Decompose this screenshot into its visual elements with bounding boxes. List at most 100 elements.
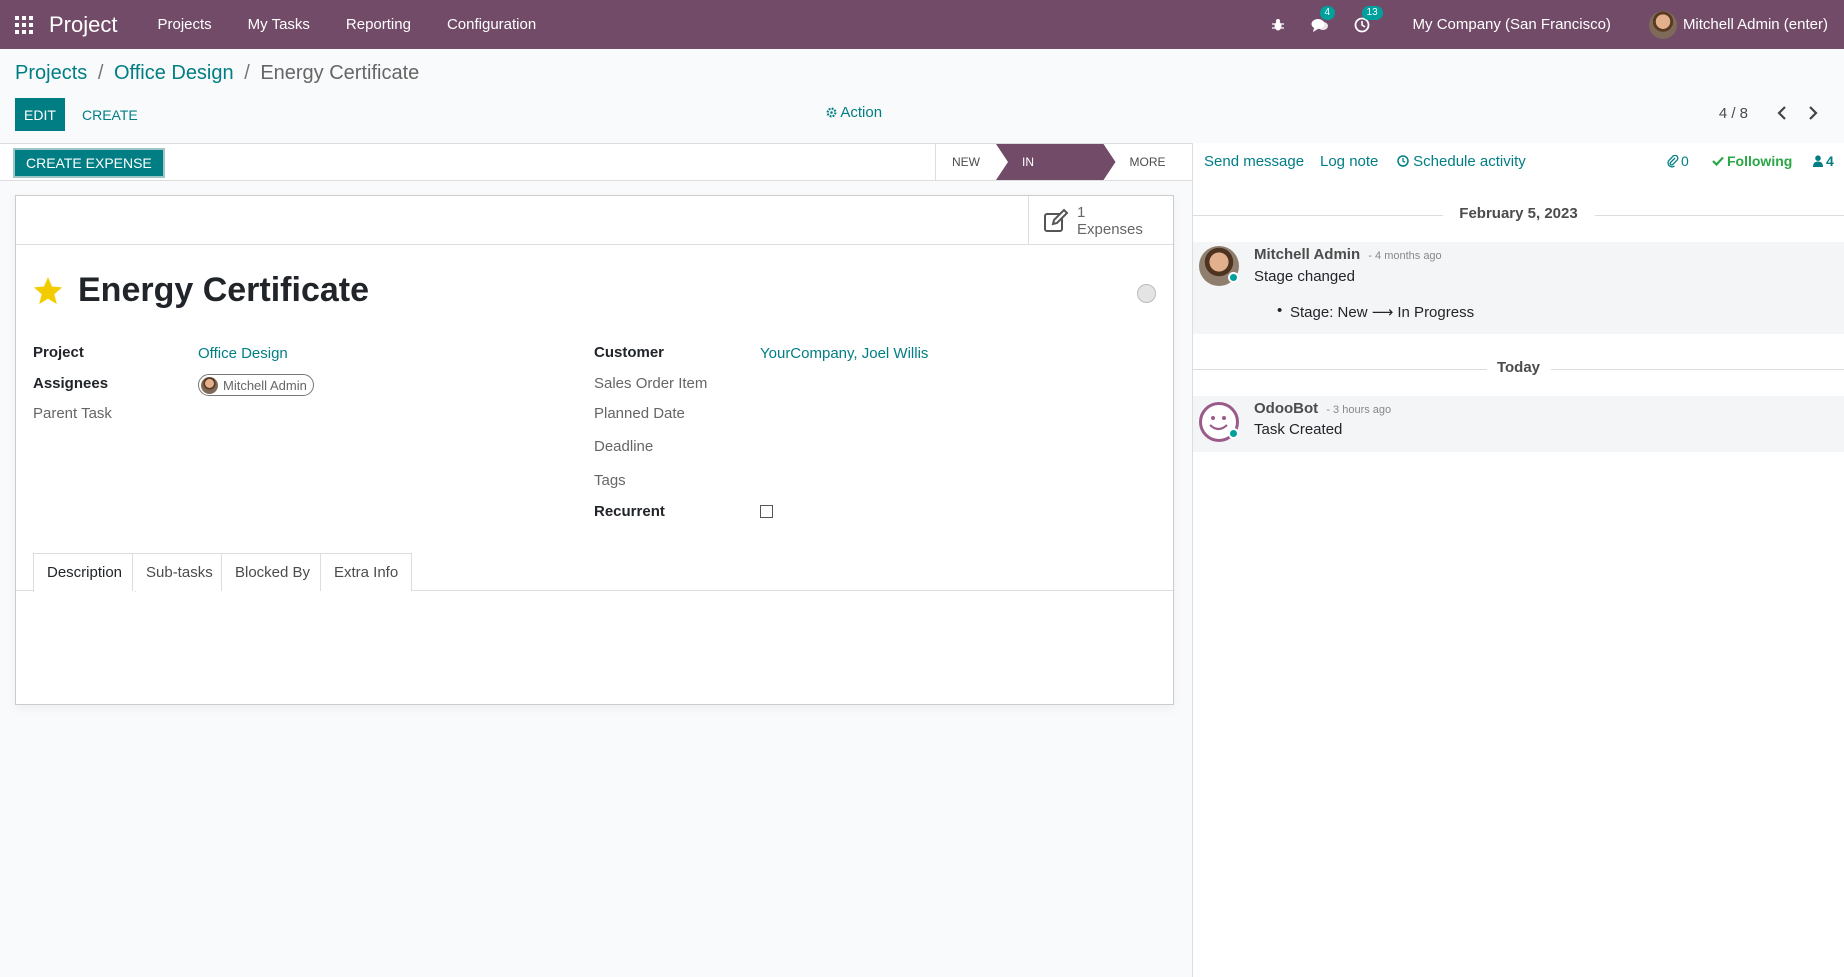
schedule-activity-label: Schedule activity (1413, 153, 1526, 170)
planned-date-label: Planned Date (594, 405, 685, 422)
gear-icon (826, 107, 837, 118)
debug-bug-icon[interactable] (1268, 15, 1288, 35)
activities-badge: 13 (1361, 5, 1383, 20)
breadcrumb-projects[interactable]: Projects (15, 62, 87, 84)
app-brand[interactable]: Project (49, 12, 117, 38)
tracking-value: • Stage: New ⟶ In Progress (1277, 302, 1475, 321)
tags-label: Tags (594, 472, 626, 489)
kanban-state-icon[interactable] (1137, 284, 1156, 303)
recurrent-checkbox[interactable] (760, 505, 773, 518)
tab-description[interactable]: Description (33, 553, 137, 592)
followers-count: 4 (1826, 153, 1834, 169)
chevron-left-icon (1777, 106, 1786, 120)
following-button[interactable]: Following (1712, 153, 1792, 169)
followers-button[interactable]: 4 (1813, 153, 1834, 169)
customer-field[interactable]: YourCompany, Joel Willis (760, 345, 928, 362)
apps-menu-icon[interactable] (15, 15, 33, 34)
company-switcher[interactable]: My Company (San Francisco) (1413, 16, 1611, 33)
message-body: Task Created (1254, 421, 1343, 438)
pager-value[interactable]: 4 / 8 (1719, 105, 1748, 122)
schedule-activity-button[interactable]: Schedule activity (1397, 153, 1526, 170)
assignee-name: Mitchell Admin (223, 377, 307, 393)
title-row: Energy Certificate (32, 271, 369, 310)
paperclip-icon (1667, 154, 1679, 167)
send-message-button[interactable]: Send message (1204, 153, 1304, 170)
assignees-label: Assignees (33, 375, 109, 392)
chevron-right-icon (1809, 106, 1818, 120)
stage-more-dropdown[interactable]: MORE (1116, 144, 1193, 201)
breadcrumb-current: Energy Certificate (260, 62, 420, 84)
create-button[interactable]: CREATE (76, 98, 144, 131)
stage-more-label: MORE (1129, 155, 1166, 169)
create-expense-button[interactable]: CREATE EXPENSE (13, 148, 165, 178)
message-author[interactable]: Mitchell Admin - 4 months ago (1254, 246, 1442, 263)
date-separator: February 5, 2023 (1193, 205, 1844, 225)
top-navbar: Project Projects My Tasks Reporting Conf… (0, 0, 1844, 49)
user-menu[interactable]: Mitchell Admin (enter) (1648, 10, 1828, 39)
breadcrumb-separator: / (244, 62, 250, 84)
date-separator-label: Today (1486, 359, 1551, 376)
messages-badge: 4 (1319, 5, 1336, 20)
chatter-panel: Send message Log note Schedule activity … (1192, 143, 1844, 977)
log-note-button[interactable]: Log note (1320, 153, 1378, 170)
menu-reporting[interactable]: Reporting (328, 0, 429, 49)
message-stage-changed: Mitchell Admin - 4 months ago Stage chan… (1193, 242, 1844, 334)
pager-next-button[interactable] (1804, 103, 1822, 123)
tab-extra-info[interactable]: Extra Info (320, 553, 413, 591)
project-field[interactable]: Office Design (198, 345, 288, 362)
stage-in-progress[interactable]: IN PROGRESS (996, 144, 1116, 180)
action-menu-button[interactable]: Action (826, 104, 882, 121)
project-label: Project (33, 344, 84, 361)
online-status-icon (1228, 272, 1239, 283)
assignee-tag[interactable]: Mitchell Admin (198, 374, 314, 396)
assignee-avatar (201, 376, 218, 394)
message-task-created: OdooBot - 3 hours ago Task Created (1193, 396, 1844, 452)
recurrent-label: Recurrent (594, 503, 665, 520)
attachments-button[interactable]: 0 (1667, 153, 1689, 169)
following-label: Following (1727, 153, 1793, 169)
action-label: Action (840, 104, 883, 121)
user-avatar (1648, 10, 1677, 39)
attachments-count: 0 (1681, 153, 1689, 169)
star-priority-icon[interactable] (32, 275, 64, 307)
task-title[interactable]: Energy Certificate (78, 271, 369, 310)
expenses-label: Expenses (1077, 220, 1143, 238)
edit-square-icon (1044, 208, 1069, 232)
clock-icon (1397, 155, 1409, 167)
deadline-label: Deadline (594, 438, 654, 455)
chatter-topbar: Send message Log note Schedule activity … (1193, 143, 1844, 181)
message-body: Stage changed (1254, 268, 1355, 285)
menu-my-tasks[interactable]: My Tasks (230, 0, 328, 49)
notebook-tabs: Description Sub-tasks Blocked By Extra I… (16, 553, 1173, 592)
online-status-icon (1228, 428, 1239, 439)
user-name: Mitchell Admin (enter) (1682, 16, 1828, 33)
customer-label: Customer (594, 344, 665, 361)
message-time: - 4 months ago (1368, 250, 1442, 262)
stage-new[interactable]: NEW (936, 144, 996, 180)
edit-button[interactable]: EDIT (15, 98, 65, 131)
date-separator: Today (1193, 359, 1844, 379)
date-separator-label: February 5, 2023 (1449, 205, 1588, 222)
tab-blocked-by[interactable]: Blocked By (221, 553, 325, 591)
breadcrumb-project[interactable]: Office Design (114, 62, 234, 84)
pager-previous-button[interactable] (1773, 103, 1791, 123)
messages-icon[interactable]: 4 (1310, 5, 1336, 35)
parent-task-label: Parent Task (33, 405, 112, 422)
expenses-count: 1 (1077, 203, 1086, 221)
tracking-value-text: Stage: New ⟶ In Progress (1290, 304, 1475, 321)
breadcrumb-separator: / (97, 62, 104, 84)
activities-clock-icon[interactable]: 13 (1352, 5, 1383, 35)
main-menu: Projects My Tasks Reporting Configuratio… (139, 0, 554, 49)
message-author[interactable]: OdooBot - 3 hours ago (1254, 400, 1391, 417)
menu-configuration[interactable]: Configuration (429, 0, 554, 49)
user-icon (1813, 155, 1823, 167)
sales-order-item-label: Sales Order Item (594, 375, 708, 392)
expenses-smart-button[interactable]: 1 Expenses (1028, 196, 1173, 245)
tab-sub-tasks[interactable]: Sub-tasks (132, 553, 227, 591)
systray: 4 13 My Company (San Francisco) Mitchell… (1257, 0, 1844, 49)
form-statusbar: CREATE EXPENSE NEW IN PROGRESS MORE (0, 143, 1192, 181)
check-icon (1712, 156, 1724, 166)
breadcrumb: Projects / Office Design / Energy Certif… (15, 62, 419, 85)
menu-projects[interactable]: Projects (139, 0, 229, 49)
smart-button-box: 1 Expenses (16, 196, 1173, 245)
